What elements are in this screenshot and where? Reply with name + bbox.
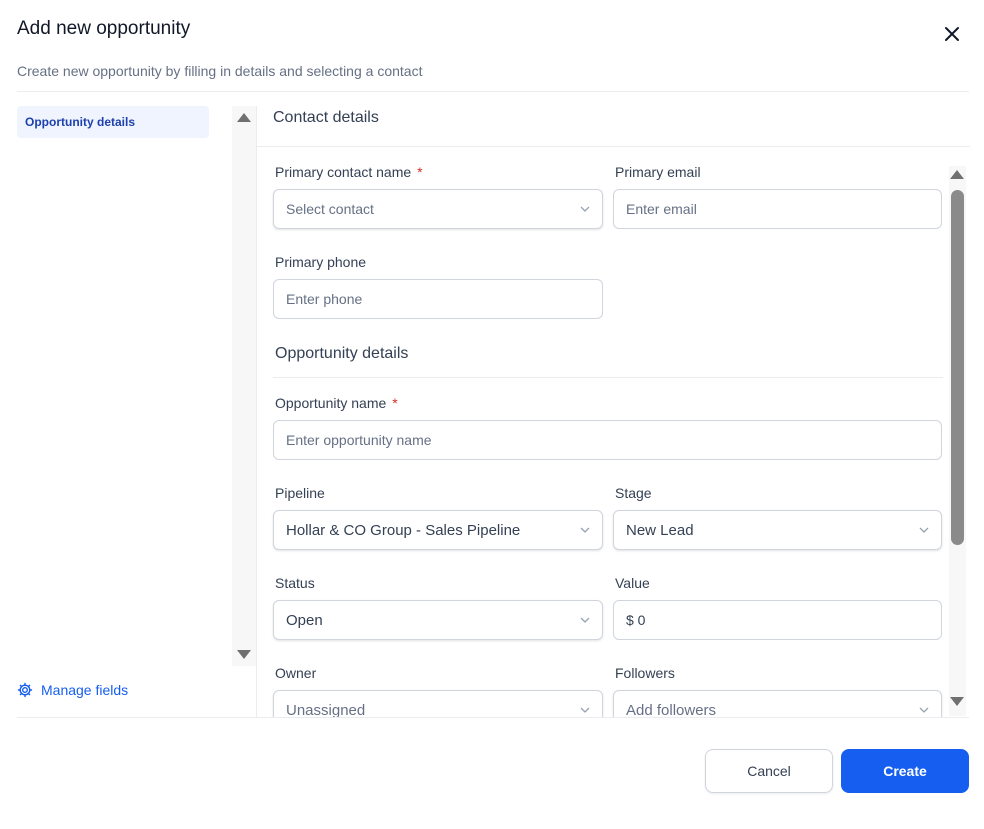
manage-fields-label: Manage fields (41, 682, 129, 698)
chevron-down-icon (580, 527, 590, 533)
owner-label: Owner (275, 665, 317, 681)
opportunity-name-input[interactable]: Enter opportunity name (273, 420, 942, 460)
cancel-button[interactable]: Cancel (705, 749, 833, 793)
chevron-down-icon (919, 707, 929, 713)
stage-label: Stage (615, 485, 652, 501)
primary-email-input[interactable]: Enter email (613, 189, 942, 229)
required-marker: * (417, 164, 423, 180)
scroll-down-arrow-icon[interactable] (237, 650, 251, 659)
pipeline-value: Hollar & CO Group - Sales Pipeline (286, 521, 521, 539)
required-marker: * (392, 395, 398, 411)
gear-icon (17, 682, 33, 698)
opportunity-name-placeholder: Enter opportunity name (286, 432, 432, 448)
scroll-up-arrow-icon[interactable] (950, 170, 964, 179)
opportunity-name-label-text: Opportunity name (275, 395, 387, 411)
primary-phone-placeholder: Enter phone (286, 291, 363, 307)
pipeline-label: Pipeline (275, 485, 325, 501)
primary-email-placeholder: Enter email (626, 201, 697, 217)
sidebar-item-opportunity-details[interactable]: Opportunity details (17, 106, 209, 138)
scroll-down-arrow-icon[interactable] (950, 697, 964, 706)
stage-select[interactable]: New Lead (613, 510, 942, 550)
primary-contact-placeholder: Select contact (286, 201, 374, 217)
chevron-down-icon (580, 707, 590, 713)
opportunity-details-heading: Opportunity details (275, 345, 409, 362)
manage-fields-link[interactable]: Manage fields (17, 682, 128, 698)
pipeline-select[interactable]: Hollar & CO Group - Sales Pipeline (273, 510, 603, 550)
chevron-down-icon (919, 527, 929, 533)
scroll-up-arrow-icon[interactable] (237, 113, 251, 122)
owner-select[interactable]: Unassigned (273, 690, 603, 717)
form-scrollbar-thumb[interactable] (951, 190, 964, 545)
sidebar-item-label: Opportunity details (25, 115, 136, 129)
header-divider (17, 91, 969, 92)
value-label: Value (615, 575, 650, 591)
primary-contact-label: Primary contact name * (275, 164, 423, 180)
primary-phone-label: Primary phone (275, 254, 367, 270)
stage-value: New Lead (626, 521, 694, 539)
value-input[interactable]: $ 0 (613, 600, 942, 640)
primary-contact-select[interactable]: Select contact (273, 189, 603, 229)
form-scroll-area[interactable]: Primary contact name * Select contact Pri… (257, 147, 947, 717)
create-button[interactable]: Create (841, 749, 969, 793)
modal-subtitle: Create new opportunity by filling in det… (17, 63, 423, 79)
sidebar-scrollbar[interactable] (232, 106, 256, 666)
status-select[interactable]: Open (273, 600, 603, 640)
modal-title: Add new opportunity (17, 18, 191, 39)
opportunity-name-label: Opportunity name * (275, 395, 398, 411)
close-icon[interactable] (940, 22, 964, 46)
chevron-down-icon (580, 206, 590, 212)
status-label: Status (275, 575, 315, 591)
primary-phone-input[interactable]: Enter phone (273, 279, 603, 319)
value-amount: $ 0 (626, 612, 646, 628)
chevron-down-icon (580, 617, 590, 623)
footer-divider (17, 717, 969, 718)
status-value: Open (286, 611, 323, 629)
subsection-divider (273, 377, 943, 378)
contact-details-heading: Contact details (273, 109, 379, 126)
followers-select[interactable]: Add followers (613, 690, 942, 717)
followers-label: Followers (615, 665, 675, 681)
owner-value: Unassigned (286, 701, 366, 718)
primary-contact-label-text: Primary contact name (275, 164, 412, 180)
primary-email-label: Primary email (615, 164, 701, 180)
followers-placeholder: Add followers (626, 701, 717, 718)
